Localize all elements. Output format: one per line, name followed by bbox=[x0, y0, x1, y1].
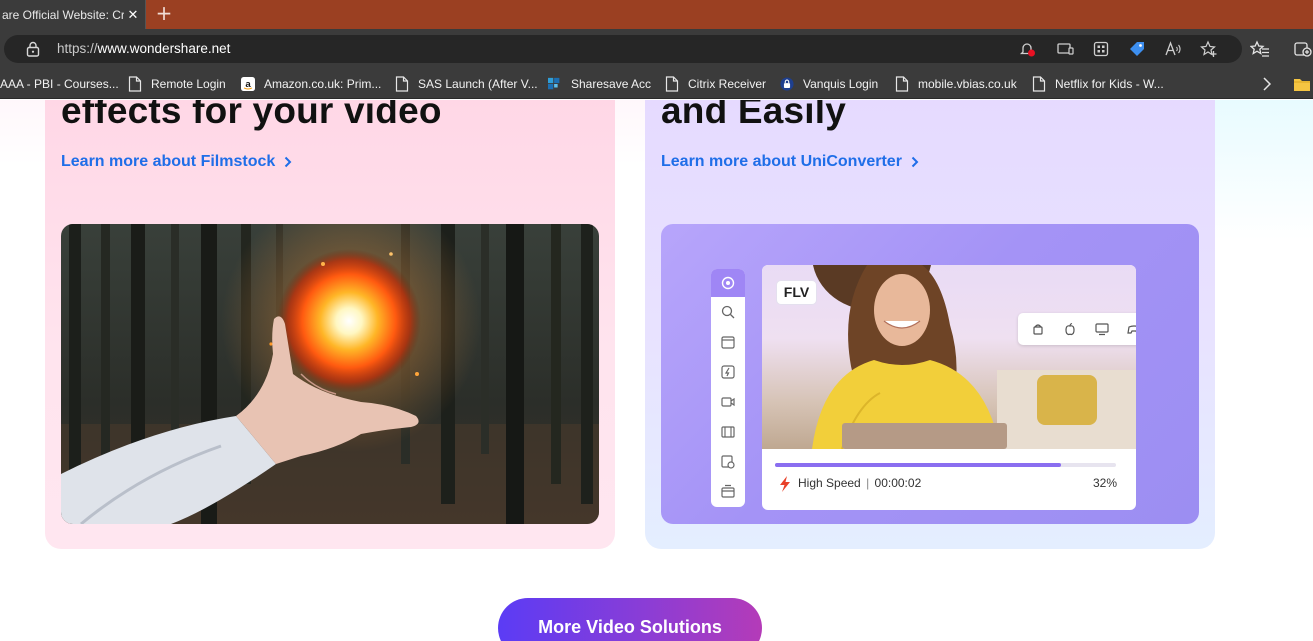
bookmark-vanquis[interactable]: Vanquis Login bbox=[780, 69, 878, 99]
converter-icon bbox=[721, 276, 735, 290]
video-camera-icon bbox=[721, 397, 735, 407]
tab-title: are Official Website: Cr bbox=[2, 7, 124, 22]
sharesave-icon bbox=[548, 77, 560, 90]
uniconverter-heading: and Easily bbox=[661, 100, 847, 131]
bookmark-vbias[interactable]: mobile.vbias.co.uk bbox=[895, 69, 1017, 99]
media-settings-icon bbox=[721, 455, 735, 469]
bookmark-label: AAA - PBI - Courses... bbox=[0, 77, 119, 91]
speed-separator: | bbox=[866, 476, 870, 490]
uniconverter-card: and Easily Learn more about UniConverter bbox=[645, 100, 1215, 549]
speed-status: High Speed | 00:00:02 bbox=[798, 476, 921, 490]
mockup-sidebar bbox=[711, 269, 745, 507]
amazon-icon: a bbox=[241, 77, 255, 91]
bookmark-label: SAS Launch (After V... bbox=[418, 77, 538, 91]
film-strip-icon bbox=[721, 426, 735, 438]
folder-icon[interactable] bbox=[1293, 76, 1311, 92]
new-tab-button[interactable]: + bbox=[152, 3, 176, 25]
page-icon bbox=[395, 76, 409, 92]
url-text[interactable]: https://www.wondershare.net bbox=[57, 41, 230, 56]
progress-fill bbox=[775, 463, 1062, 467]
cast-device-icon[interactable] bbox=[1056, 40, 1074, 58]
lock-favicon bbox=[780, 77, 794, 91]
uniconverter-app-mockup: FLV High Speed | 00:00:02 32% bbox=[661, 224, 1199, 524]
bookmark-label: Sharesave Acc bbox=[571, 77, 652, 91]
bookmark-remote-login[interactable]: Remote Login bbox=[128, 69, 226, 99]
bookmark-sharesave[interactable]: Sharesave Acc bbox=[548, 69, 651, 99]
bookmark-label: Citrix Receiver bbox=[688, 77, 767, 91]
elapsed-time: 00:00:02 bbox=[874, 476, 922, 490]
background-fade bbox=[1213, 100, 1313, 240]
chevron-right-icon[interactable] bbox=[1259, 75, 1275, 93]
bookmarks-bar: AAA - PBI - Courses... Remote Login a Am… bbox=[0, 69, 1313, 99]
address-bar[interactable]: https://www.wondershare.net bbox=[4, 35, 1242, 63]
bookmark-label: Remote Login bbox=[151, 77, 226, 91]
browser-toolbar: https://www.wondershare.net bbox=[0, 29, 1313, 69]
notification-bell-blocked-icon[interactable] bbox=[1018, 40, 1036, 58]
favorites-icon[interactable] bbox=[1250, 39, 1270, 59]
calendar-icon bbox=[721, 336, 735, 349]
close-tab-icon[interactable]: ✕ bbox=[124, 7, 142, 23]
web-page: effects for your video Learn more about … bbox=[0, 100, 1313, 641]
url-scheme: https:// bbox=[57, 41, 98, 56]
lightning-icon bbox=[721, 365, 735, 379]
bookmark-citrix[interactable]: Citrix Receiver bbox=[665, 69, 766, 99]
filmstock-heading: effects for your video bbox=[61, 100, 442, 131]
chevron-right-icon bbox=[285, 156, 292, 168]
woman-photo: FLV bbox=[762, 265, 1136, 449]
filmstock-card: effects for your video Learn more about … bbox=[45, 100, 615, 549]
filmstock-learn-more-link[interactable]: Learn more about Filmstock bbox=[61, 153, 292, 171]
bookmark-label: Amazon.co.uk: Prim... bbox=[264, 77, 382, 91]
link-label: Learn more about Filmstock bbox=[61, 153, 276, 170]
bookmark-label: Netflix for Kids - W... bbox=[1055, 77, 1164, 91]
gamepad-icon bbox=[1127, 325, 1136, 334]
mockup-panel: FLV High Speed | 00:00:02 32% bbox=[762, 265, 1136, 510]
fireball-hand-image bbox=[61, 224, 599, 524]
format-badge: FLV bbox=[776, 280, 817, 305]
page-icon bbox=[128, 76, 142, 92]
page-icon bbox=[1032, 76, 1046, 92]
bookmark-netflix-kids[interactable]: Netflix for Kids - W... bbox=[1032, 69, 1164, 99]
more-video-solutions-button[interactable]: More Video Solutions bbox=[498, 598, 762, 641]
lightning-bolt-icon bbox=[780, 476, 790, 492]
bookmark-label: Vanquis Login bbox=[803, 77, 879, 91]
page-icon bbox=[665, 76, 679, 92]
search-icon bbox=[721, 305, 735, 319]
chevron-right-icon bbox=[911, 156, 919, 168]
page-icon bbox=[895, 76, 909, 92]
conversion-progress-bar bbox=[775, 463, 1116, 467]
apps-grid-icon[interactable] bbox=[1092, 40, 1110, 58]
progress-percent: 32% bbox=[1092, 476, 1117, 490]
speed-label: High Speed bbox=[798, 476, 861, 490]
url-host: www.wondershare.net bbox=[97, 41, 231, 56]
lock-icon bbox=[26, 41, 40, 57]
shopping-tag-icon[interactable] bbox=[1128, 40, 1146, 58]
collections-icon[interactable] bbox=[1293, 39, 1313, 59]
add-favorite-icon[interactable] bbox=[1200, 40, 1218, 58]
link-label: Learn more about UniConverter bbox=[661, 153, 902, 170]
browser-tab[interactable]: are Official Website: Cr ✕ bbox=[0, 0, 146, 29]
device-selector bbox=[1018, 313, 1136, 345]
read-aloud-icon[interactable] bbox=[1164, 40, 1182, 58]
sidebar-active-item bbox=[711, 269, 745, 297]
uniconverter-learn-more-link[interactable]: Learn more about UniConverter bbox=[661, 153, 919, 171]
apple-icon bbox=[1065, 322, 1075, 336]
tab-strip: are Official Website: Cr ✕ + bbox=[0, 0, 1313, 29]
toolbox-icon bbox=[721, 484, 735, 498]
android-icon bbox=[1033, 324, 1043, 335]
bookmark-sas-launch[interactable]: SAS Launch (After V... bbox=[395, 69, 538, 99]
tv-icon bbox=[1095, 323, 1109, 336]
bookmark-amazon[interactable]: a Amazon.co.uk: Prim... bbox=[241, 69, 381, 99]
bookmark-pbi-courses[interactable]: AAA - PBI - Courses... bbox=[0, 69, 119, 99]
bookmark-label: mobile.vbias.co.uk bbox=[918, 77, 1017, 91]
